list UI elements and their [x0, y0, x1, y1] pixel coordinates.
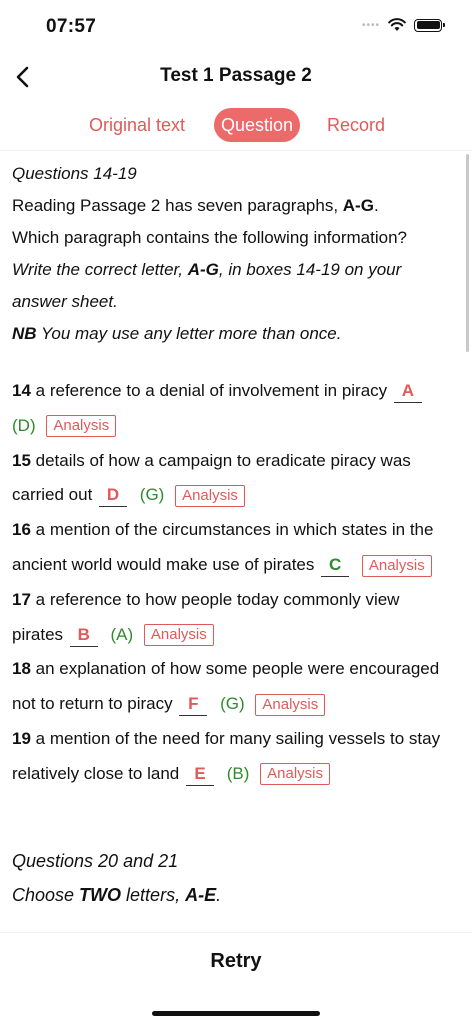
correct-answer: (A): [110, 624, 134, 644]
tab-record[interactable]: Record: [326, 108, 386, 142]
retry-button[interactable]: Retry: [0, 945, 472, 977]
signal-icon: ••••: [361, 19, 380, 31]
instruction-line: Write the correct letter, A-G, in boxes …: [12, 260, 402, 279]
user-answer: D: [99, 484, 128, 508]
analysis-button[interactable]: Analysis: [255, 693, 326, 716]
status-time: 07:57: [46, 16, 97, 37]
question-19: 19 a mention of the need for many sailin…: [12, 728, 441, 748]
question-18: 18 an explanation of how some people wer…: [12, 659, 440, 679]
question-content: Questions 14-19 Reading Passage 2 has se…: [12, 158, 458, 930]
analysis-button[interactable]: Analysis: [361, 554, 432, 577]
correct-answer: (B): [226, 763, 250, 783]
analysis-button[interactable]: Analysis: [143, 624, 214, 647]
wifi-icon: [388, 18, 406, 31]
home-indicator[interactable]: [152, 1011, 320, 1016]
analysis-button[interactable]: Analysis: [46, 415, 117, 438]
user-answer: A: [393, 380, 422, 403]
question-14: 14 a reference to a denial of involvemen…: [12, 374, 458, 409]
battery-icon: [414, 18, 445, 32]
status-bar: 07:57 ••••: [0, 0, 472, 54]
instruction-line: Which paragraph contains the following i…: [12, 228, 408, 247]
nb-note: NB You may use any letter more than once…: [12, 324, 342, 343]
nav-bar: Test 1 Passage 2: [0, 56, 472, 100]
tab-bar: Original text Question Record: [0, 108, 472, 144]
analysis-button[interactable]: Analysis: [175, 484, 245, 507]
divider: [0, 150, 472, 151]
correct-answer: (G): [139, 485, 165, 505]
user-answer: F: [179, 693, 208, 717]
section-heading: Questions 20 and 21: [12, 850, 179, 871]
instruction-line: answer sheet.: [12, 292, 118, 311]
question-17: 17 a reference to how people today commo…: [12, 589, 400, 609]
user-answer: B: [69, 624, 98, 647]
user-answer: E: [186, 763, 214, 786]
tab-original-text[interactable]: Original text: [86, 108, 188, 142]
status-icons: ••••: [361, 18, 445, 32]
question-16: 16 a mention of the circumstances in whi…: [12, 520, 434, 540]
tab-question[interactable]: Question: [214, 108, 300, 142]
page-title: Test 1 Passage 2: [160, 65, 312, 86]
bottom-bar: Retry: [0, 932, 472, 1024]
section-heading: Questions 14-19: [12, 164, 137, 183]
correct-answer: (D): [12, 415, 36, 435]
user-answer: C: [321, 554, 350, 577]
instruction-line: Reading Passage 2 has seven paragraphs, …: [12, 196, 379, 215]
scrollbar[interactable]: [466, 154, 469, 352]
question-15: 15 details of how a campaign to eradicat…: [12, 450, 411, 470]
correct-answer: (G): [220, 694, 245, 714]
analysis-button[interactable]: Analysis: [260, 763, 330, 786]
instruction-line: Choose TWO letters, A-E.: [12, 885, 222, 906]
